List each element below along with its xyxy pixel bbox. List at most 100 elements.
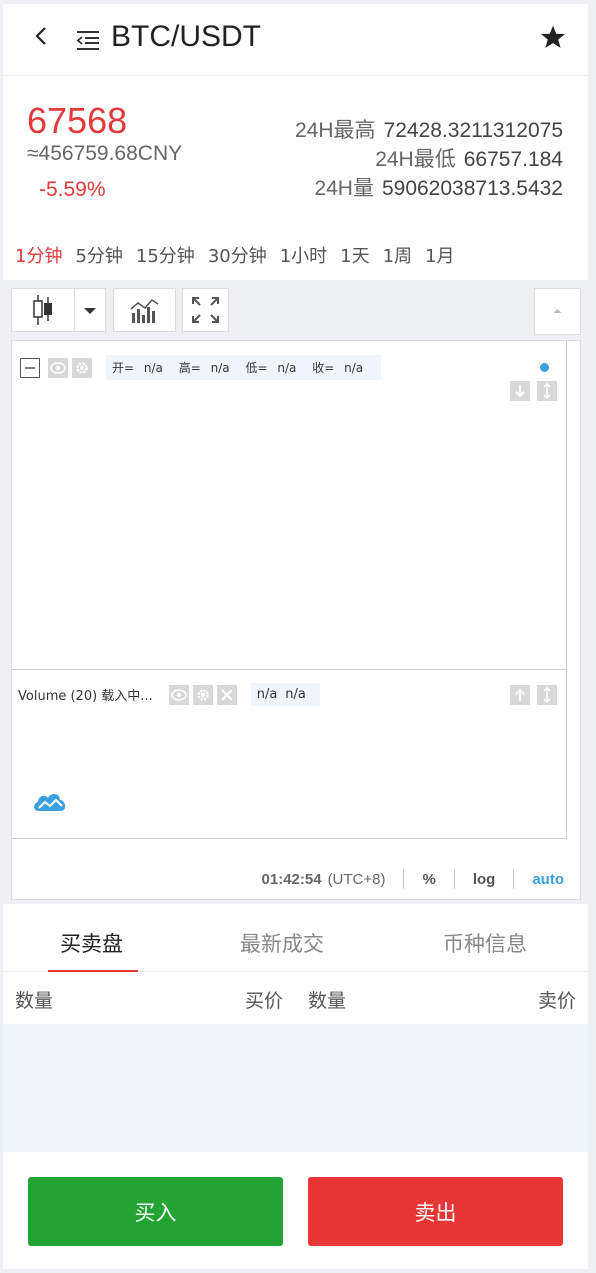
- ohlc-value: n/a: [277, 361, 297, 375]
- col-bid-quantity: 数量: [15, 990, 54, 1012]
- ohlc-value: n/a: [143, 361, 163, 375]
- interval-selector: 1分钟 5分钟 15分钟 30分钟 1小时 1天 1周 1月: [15, 242, 468, 268]
- separator: [513, 869, 515, 889]
- timezone[interactable]: (UTC+8): [328, 871, 386, 888]
- col-bid-price: 买价: [245, 990, 284, 1012]
- tab-orderbook[interactable]: 买卖盘: [60, 928, 123, 958]
- expand-vertical-icon: [543, 687, 551, 703]
- header: BTC/USDT: [3, 4, 588, 76]
- ohlc-readout: 开= n/a 高= n/a 低= n/a 收= n/a: [106, 355, 382, 380]
- favorite-star-icon[interactable]: [540, 24, 566, 50]
- main-pane-controls: [510, 381, 561, 401]
- legend-collapse-button[interactable]: [20, 357, 40, 378]
- ohlc-item: 高= n/a: [179, 361, 236, 375]
- time-axis-divider: [12, 838, 567, 839]
- settings-button[interactable]: [72, 357, 92, 378]
- volume-value: n/a: [256, 687, 278, 702]
- main-legend: 开= n/a 高= n/a 低= n/a 收= n/a: [20, 355, 382, 380]
- page-title: BTC/USDT: [111, 20, 261, 53]
- ohlc-label: 低=: [245, 361, 268, 375]
- volume-readout: n/a n/a: [250, 683, 320, 706]
- volume-legend: Volume (20) 载入中... n/a n/a: [18, 683, 320, 706]
- stat-label: 24H最高: [295, 119, 376, 142]
- percent-scale-toggle[interactable]: %: [422, 871, 435, 888]
- interval-1d[interactable]: 1天: [340, 242, 369, 268]
- ohlc-label: 开=: [112, 361, 135, 375]
- buy-button[interactable]: 买入: [28, 1177, 283, 1246]
- chart-container: 开= n/a 高= n/a 低= n/a 收= n/a Volume (20) …: [3, 280, 588, 904]
- stat-label: 24H最低: [375, 148, 456, 171]
- volume-value: n/a: [285, 687, 306, 702]
- volume-label: Volume (20) 载入中...: [18, 689, 153, 704]
- 24h-stats: 24H最高 72428.3211312075 24H最低 66757.184 24H…: [295, 116, 563, 203]
- price-cny: ≈456759.68CNY: [27, 142, 183, 165]
- indicators-button[interactable]: [113, 288, 176, 332]
- ohlc-item: 低= n/a: [245, 361, 302, 375]
- eye-icon: [50, 361, 66, 374]
- orderbook-header: 数量 买价 数量 卖价: [3, 972, 588, 1024]
- maximize-volume-pane-button[interactable]: [537, 685, 557, 705]
- arrow-up-icon: [515, 688, 525, 701]
- sell-button[interactable]: 卖出: [308, 1177, 563, 1246]
- stat-label: 24H量: [314, 177, 374, 200]
- ohlc-item: 开= n/a: [112, 361, 169, 375]
- last-price: 67568: [27, 100, 128, 141]
- clock-time: 01:42:54: [261, 870, 322, 888]
- close-icon: [220, 688, 233, 701]
- interval-1m[interactable]: 1分钟: [15, 242, 62, 268]
- col-ask-price: 卖价: [537, 990, 576, 1012]
- chevron-down-icon: [84, 308, 96, 314]
- tab-latest-trades[interactable]: 最新成交: [240, 928, 324, 958]
- interval-1mo[interactable]: 1月: [425, 242, 454, 268]
- chart-type-button[interactable]: [11, 288, 75, 332]
- gear-icon: [76, 361, 88, 374]
- move-down-button[interactable]: [510, 381, 530, 401]
- fullscreen-icon: [192, 297, 219, 323]
- volume-remove-button[interactable]: [216, 684, 237, 705]
- ohlc-value: n/a: [210, 361, 230, 375]
- move-up-button[interactable]: [510, 685, 530, 705]
- chart-canvas[interactable]: 开= n/a 高= n/a 低= n/a 收= n/a Volume (20) …: [11, 340, 581, 900]
- candlestick-icon: [33, 295, 52, 325]
- interval-30m[interactable]: 30分钟: [208, 242, 267, 268]
- back-arrow-icon[interactable]: [31, 24, 51, 48]
- interval-15m[interactable]: 15分钟: [136, 242, 195, 268]
- chart-type-dropdown[interactable]: [74, 288, 106, 332]
- volume-pane-controls: [510, 685, 561, 705]
- minus-icon: [25, 366, 35, 369]
- price-scale-divider: [566, 341, 567, 839]
- chart-status-bar: 01:42:54 (UTC+8) % log auto: [262, 869, 564, 889]
- menu-collapse-icon[interactable]: [75, 28, 101, 52]
- fullscreen-button[interactable]: [182, 288, 229, 332]
- stat-low: 24H最低 66757.184: [295, 145, 563, 174]
- indicators-icon: [130, 299, 159, 323]
- stat-value: 72428.3211312075: [383, 119, 563, 142]
- volume-settings-button[interactable]: [192, 684, 213, 705]
- separator: [403, 869, 405, 889]
- orderbook-tabs: 买卖盘 最新成交 币种信息: [3, 908, 588, 973]
- price-change: -5.59%: [39, 178, 106, 201]
- interval-1h[interactable]: 1小时: [280, 242, 327, 268]
- status-dot: [540, 363, 549, 372]
- ohlc-value: n/a: [344, 361, 364, 375]
- app-frame: BTC/USDT 67568 ≈456759.68CNY -5.59% 24H最…: [3, 4, 588, 1269]
- interval-5m[interactable]: 5分钟: [75, 242, 122, 268]
- stat-volume: 24H量 59062038713.5432: [295, 174, 563, 203]
- ohlc-item: 收= n/a: [312, 361, 369, 375]
- pane-divider[interactable]: [12, 669, 567, 670]
- ohlc-label: 高=: [178, 361, 201, 375]
- tab-coin-info[interactable]: 币种信息: [443, 928, 527, 958]
- volume-visibility-toggle[interactable]: [168, 684, 189, 705]
- collapse-toolbar-button[interactable]: [534, 288, 581, 335]
- log-scale-toggle[interactable]: log: [473, 871, 496, 888]
- separator: [453, 869, 455, 889]
- maximize-pane-button[interactable]: [537, 381, 557, 401]
- stat-high: 24H最高 72428.3211312075: [295, 116, 563, 145]
- visibility-toggle[interactable]: [48, 357, 68, 378]
- cloud-logo-icon: [34, 794, 66, 811]
- interval-1w[interactable]: 1周: [383, 242, 412, 268]
- stat-value: 66757.184: [463, 148, 563, 171]
- auto-scale-toggle[interactable]: auto: [532, 871, 564, 888]
- caret-up-icon: [553, 309, 562, 313]
- stat-value: 59062038713.5432: [381, 177, 563, 200]
